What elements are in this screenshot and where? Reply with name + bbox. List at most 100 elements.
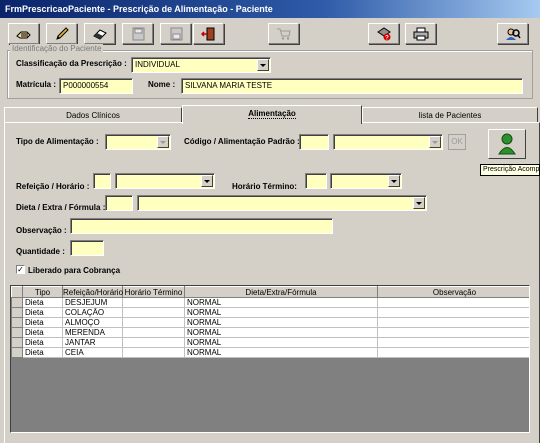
- name-label: Nome :: [148, 80, 176, 89]
- table-cell[interactable]: [122, 347, 185, 358]
- tipo-select[interactable]: [105, 134, 171, 150]
- chevron-down-icon[interactable]: [388, 175, 400, 187]
- column-header[interactable]: Tipo: [22, 286, 63, 298]
- search-people-icon: [505, 28, 521, 40]
- row-indicator[interactable]: [11, 347, 23, 358]
- table-cell[interactable]: NORMAL: [184, 317, 378, 328]
- table-cell[interactable]: [122, 337, 185, 348]
- row-indicator[interactable]: [11, 317, 23, 328]
- table-cell[interactable]: NORMAL: [184, 327, 378, 338]
- classification-select[interactable]: INDIVIDUAL: [131, 57, 271, 73]
- tab-lista-pacientes[interactable]: lista de Pacientes: [362, 107, 538, 123]
- save-button[interactable]: [122, 23, 153, 44]
- horario-termino-code-field[interactable]: [305, 173, 327, 189]
- table-cell[interactable]: [122, 317, 185, 328]
- observacao-field[interactable]: [70, 218, 333, 234]
- classification-label: Classificação da Prescrição :: [16, 59, 127, 68]
- dieta-select[interactable]: [137, 195, 427, 211]
- help-tools-icon: ?: [376, 26, 391, 41]
- ok-button[interactable]: OK: [448, 134, 466, 150]
- erase-button[interactable]: [84, 23, 115, 44]
- row-indicator[interactable]: [11, 307, 23, 318]
- tab-dados-clinicos[interactable]: Dados Clínicos: [4, 107, 182, 123]
- table-cell[interactable]: ALMOÇO: [62, 317, 123, 328]
- table-cell[interactable]: [122, 307, 185, 318]
- open-hand-button[interactable]: [8, 23, 39, 44]
- column-header[interactable]: Dieta/Extra/Fórmula: [184, 286, 378, 298]
- row-indicator[interactable]: [11, 337, 23, 348]
- cancel-button[interactable]: [160, 23, 191, 44]
- liberado-label: Liberado para Cobrança: [28, 266, 121, 275]
- table-cell[interactable]: Dieta: [22, 297, 63, 308]
- name-field[interactable]: SILVANA MARIA TESTE: [181, 78, 523, 94]
- person-icon: [498, 133, 516, 155]
- table-cell[interactable]: MERENDA: [62, 327, 123, 338]
- horario-termino-select[interactable]: [330, 173, 402, 189]
- table-cell[interactable]: Dieta: [22, 317, 63, 328]
- chevron-down-icon[interactable]: [257, 59, 269, 71]
- table-cell[interactable]: Dieta: [22, 307, 63, 318]
- eraser-icon: [92, 28, 107, 40]
- table-cell[interactable]: [122, 327, 185, 338]
- row-indicator[interactable]: [11, 297, 23, 308]
- grid-indicator-header: [11, 286, 23, 298]
- exit-door-icon: [200, 27, 214, 40]
- prescription-grid[interactable]: Tipo Refeição/Horário Horário Término Di…: [10, 285, 530, 433]
- table-cell[interactable]: Dieta: [22, 347, 63, 358]
- quantidade-field[interactable]: [70, 240, 104, 256]
- column-header[interactable]: Horário Término: [122, 286, 185, 298]
- tipo-label: Tipo de Alimentação :: [16, 137, 99, 146]
- search-people-button[interactable]: [497, 23, 528, 44]
- table-cell[interactable]: NORMAL: [184, 307, 378, 318]
- matricula-field[interactable]: P000000554: [59, 78, 133, 94]
- dieta-code-field[interactable]: [105, 195, 133, 211]
- print-button[interactable]: [405, 23, 436, 44]
- table-cell[interactable]: JANTAR: [62, 337, 123, 348]
- chevron-down-icon[interactable]: [429, 136, 441, 148]
- patient-group-label: Identificação do Paciente: [10, 44, 104, 53]
- table-cell[interactable]: [377, 297, 529, 308]
- liberado-checkbox[interactable]: ✓: [16, 265, 25, 274]
- table-row[interactable]: Dieta MERENDA NORMAL: [11, 327, 529, 338]
- prescricao-acompanhante-button[interactable]: [488, 129, 526, 159]
- table-cell[interactable]: NORMAL: [184, 347, 378, 358]
- chevron-down-icon[interactable]: [157, 136, 169, 148]
- table-cell[interactable]: [377, 327, 529, 338]
- table-row[interactable]: Dieta JANTAR NORMAL: [11, 337, 529, 348]
- dieta-label: Dieta / Extra / Fórmula :: [16, 203, 106, 212]
- tab-alimentacao[interactable]: Alimentação: [182, 105, 362, 124]
- tab-label: Alimentação: [248, 109, 296, 119]
- help-button[interactable]: ?: [368, 23, 399, 44]
- table-cell[interactable]: [377, 307, 529, 318]
- table-row[interactable]: Dieta CEIA NORMAL: [11, 347, 529, 358]
- refeicao-label: Refeição / Horário :: [16, 182, 90, 191]
- table-cell[interactable]: NORMAL: [184, 337, 378, 348]
- column-header[interactable]: Observação: [377, 286, 529, 298]
- edit-button[interactable]: [46, 23, 77, 44]
- alimentacao-padrao-select[interactable]: [333, 134, 443, 150]
- table-cell[interactable]: [122, 297, 185, 308]
- table-cell[interactable]: DESJEJUM: [62, 297, 123, 308]
- table-cell[interactable]: [377, 347, 529, 358]
- refeicao-select[interactable]: [115, 173, 215, 189]
- chevron-down-icon[interactable]: [413, 197, 425, 209]
- refeicao-code-field[interactable]: [93, 173, 111, 189]
- table-cell[interactable]: [377, 337, 529, 348]
- table-cell[interactable]: NORMAL: [184, 297, 378, 308]
- row-indicator[interactable]: [11, 327, 23, 338]
- table-row[interactable]: Dieta ALMOÇO NORMAL: [11, 317, 529, 328]
- table-row[interactable]: Dieta COLAÇÃO NORMAL: [11, 307, 529, 318]
- observacao-label: Observação :: [16, 226, 67, 235]
- cart-button[interactable]: [268, 23, 299, 44]
- table-row[interactable]: Dieta DESJEJUM NORMAL: [11, 297, 529, 308]
- table-cell[interactable]: Dieta: [22, 327, 63, 338]
- table-cell[interactable]: COLAÇÃO: [62, 307, 123, 318]
- table-cell[interactable]: CEIA: [62, 347, 123, 358]
- codigo-field[interactable]: [299, 134, 329, 150]
- exit-button[interactable]: [193, 23, 224, 44]
- column-header[interactable]: Refeição/Horário: [62, 286, 123, 298]
- table-cell[interactable]: Dieta: [22, 337, 63, 348]
- table-cell[interactable]: [377, 317, 529, 328]
- chevron-down-icon[interactable]: [201, 175, 213, 187]
- open-hand-icon: [15, 31, 31, 38]
